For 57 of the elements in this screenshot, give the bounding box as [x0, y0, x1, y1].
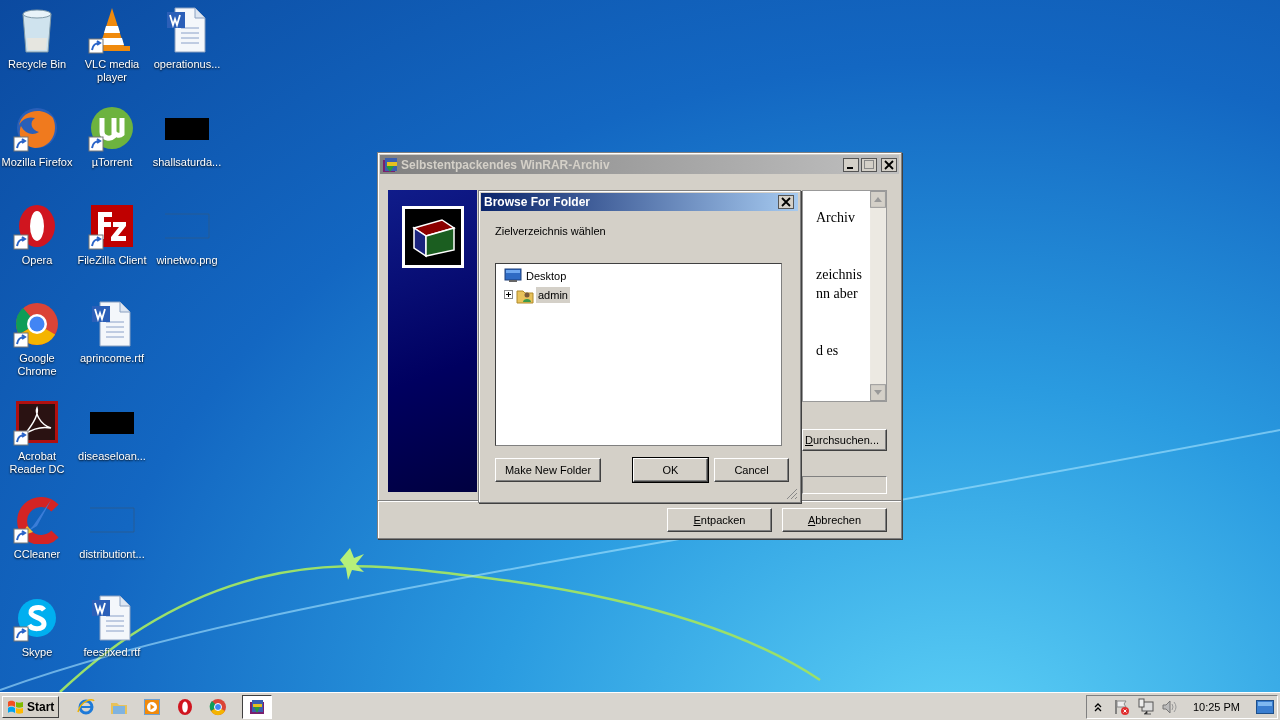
icon-label[interactable]: winetwo.png — [150, 254, 224, 267]
icon-label[interactable]: Opera — [0, 254, 74, 267]
prompt-text: Zielverzeichnis wählen — [494, 224, 607, 239]
chrome-icon[interactable] — [209, 697, 228, 716]
text-line: nn aber — [816, 285, 859, 303]
icon-label[interactable]: operationus... — [150, 58, 224, 71]
dialog-title: Browse For Folder — [484, 195, 591, 209]
path-field[interactable] — [802, 476, 887, 494]
sparkle-icon — [340, 548, 364, 580]
monitor-icon — [504, 266, 522, 285]
ie-icon[interactable] — [77, 697, 96, 716]
icon-label[interactable]: Recycle Bin — [0, 58, 74, 71]
dialog-button[interactable]: Make New Folder — [495, 458, 601, 482]
icon-label[interactable]: distributiont... — [75, 548, 149, 561]
close-icon[interactable] — [778, 195, 794, 209]
dialog-button[interactable]: Abbrechen — [782, 508, 887, 532]
ccleaner-icon[interactable] — [13, 496, 61, 544]
utorrent-icon[interactable] — [88, 104, 136, 152]
chrome-icon[interactable] — [13, 300, 61, 348]
tree-item[interactable]: admin — [536, 286, 570, 303]
filezilla-icon[interactable] — [88, 202, 136, 250]
icon-label[interactable]: CCleaner — [0, 548, 74, 561]
play-icon[interactable] — [143, 697, 162, 716]
archive-books-icon[interactable] — [248, 697, 267, 716]
dialog-button[interactable]: Cancel — [714, 458, 789, 482]
window-title: Selbstentpackendes WinRAR-Archiv — [401, 157, 611, 172]
folder-tree[interactable]: Desktop admin — [495, 263, 782, 446]
icon-label[interactable]: Skype — [0, 646, 74, 659]
opera-icon[interactable] — [176, 697, 195, 716]
icon-label[interactable]: FileZilla Client — [75, 254, 149, 267]
icon-label[interactable]: diseaseloan... — [75, 450, 149, 463]
icon-label[interactable]: aprincome.rtf — [75, 352, 149, 365]
icon-label[interactable]: VLC media player — [75, 58, 149, 84]
icon-label[interactable]: shallsaturda... — [150, 156, 224, 169]
icon-label[interactable]: Mozilla Firefox — [0, 156, 74, 169]
box-logo-icon — [401, 206, 464, 268]
network-icon[interactable] — [1136, 697, 1155, 716]
scrollbar[interactable] — [870, 191, 886, 401]
dialog-button[interactable]: OK — [633, 458, 708, 482]
text-line: d es — [816, 342, 840, 360]
icon-label[interactable]: µTorrent — [75, 156, 149, 169]
dialog-button[interactable]: Entpacken — [667, 508, 772, 532]
show-desktop-icon[interactable] — [1256, 699, 1274, 714]
text-line: Archiv — [816, 209, 856, 227]
icon-label[interactable]: Acrobat Reader DC — [0, 450, 74, 476]
browse-button[interactable]: Durchsuchen... — [802, 429, 887, 451]
clock[interactable]: 10:25 PM — [1192, 700, 1240, 713]
acrobat-icon[interactable] — [13, 398, 61, 446]
archive-books-icon — [382, 156, 398, 173]
tree-item[interactable]: Desktop — [524, 267, 569, 284]
start-button[interactable]: Start — [2, 695, 60, 718]
flag-error-icon[interactable] — [1112, 697, 1131, 716]
windows-logo-icon — [7, 698, 24, 715]
icon-label[interactable]: Google Chrome — [0, 352, 74, 378]
resize-grip-icon[interactable] — [786, 488, 798, 500]
expand-icon[interactable] — [504, 290, 513, 299]
text-line: zeichnis — [816, 266, 862, 284]
